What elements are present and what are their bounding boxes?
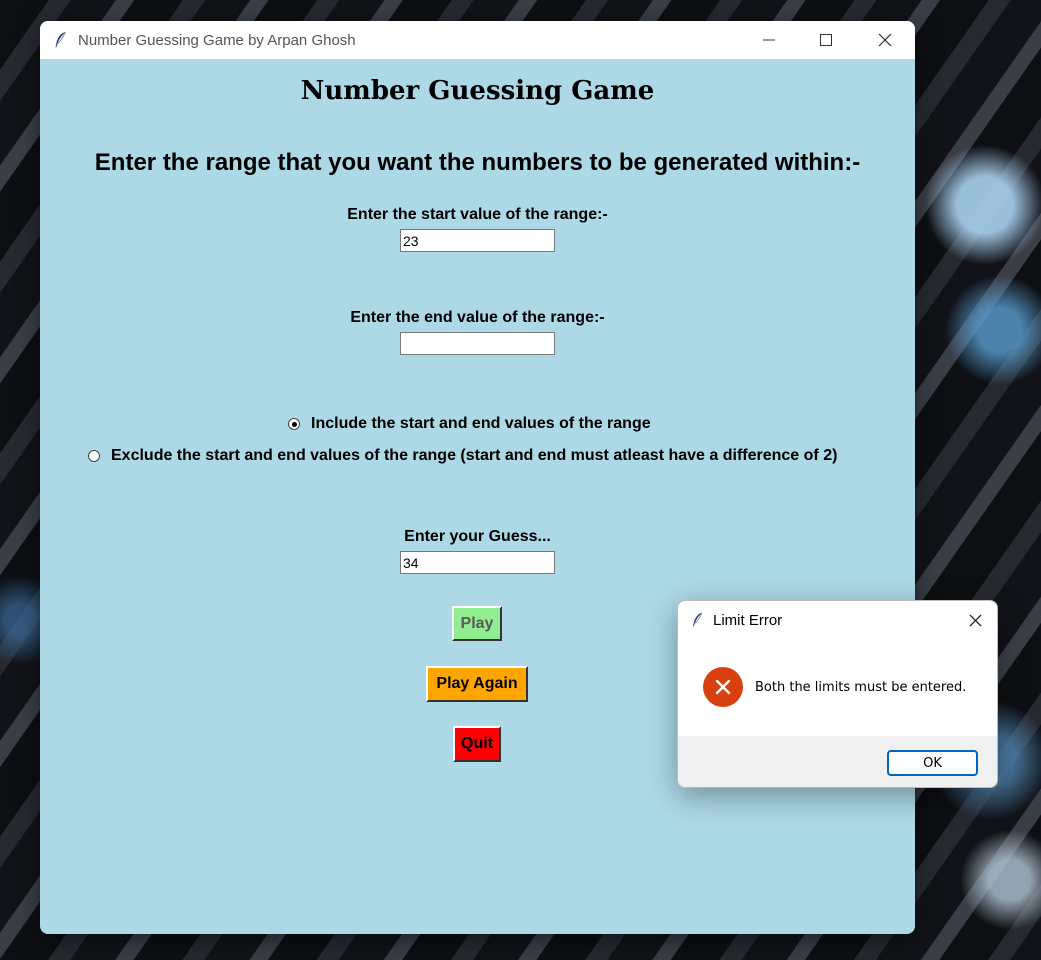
feather-icon bbox=[693, 612, 703, 627]
play-button[interactable]: Play bbox=[452, 606, 502, 641]
close-icon bbox=[878, 33, 892, 47]
end-value-input[interactable] bbox=[400, 332, 555, 355]
dialog-footer: OK bbox=[678, 736, 997, 787]
game-content: Number Guessing Game Enter the range tha… bbox=[40, 59, 915, 934]
include-range-label: Include the start and end values of the … bbox=[311, 415, 651, 432]
close-button[interactable] bbox=[856, 21, 914, 59]
dialog-close-button[interactable] bbox=[953, 601, 997, 639]
dialog-title-bar[interactable]: Limit Error bbox=[678, 601, 997, 639]
title-bar[interactable]: Number Guessing Game by Arpan Ghosh bbox=[40, 21, 915, 59]
exclude-range-label: Exclude the start and end values of the … bbox=[111, 447, 838, 464]
dialog-title: Limit Error bbox=[713, 611, 783, 629]
radio-button-selected[interactable] bbox=[288, 418, 300, 430]
minimize-button[interactable] bbox=[740, 21, 798, 59]
feather-icon bbox=[55, 31, 66, 48]
window-title: Number Guessing Game by Arpan Ghosh bbox=[78, 31, 356, 49]
start-value-label: Enter the start value of the range:- bbox=[347, 206, 608, 223]
range-instruction: Enter the range that you want the number… bbox=[94, 149, 861, 176]
close-icon bbox=[968, 613, 982, 627]
maximize-icon bbox=[820, 34, 832, 46]
page-title: Number Guessing Game bbox=[300, 76, 655, 106]
guess-input[interactable] bbox=[400, 551, 555, 574]
end-value-label: Enter the end value of the range:- bbox=[350, 309, 605, 326]
quit-button[interactable]: Quit bbox=[453, 726, 501, 762]
ok-button[interactable]: OK bbox=[887, 750, 978, 776]
minimize-icon bbox=[763, 39, 775, 41]
include-range-radio[interactable]: Include the start and end values of the … bbox=[288, 415, 651, 433]
play-again-button[interactable]: Play Again bbox=[426, 666, 528, 702]
exclude-range-radio[interactable]: Exclude the start and end values of the … bbox=[88, 447, 837, 465]
start-value-input[interactable] bbox=[400, 229, 555, 252]
radio-dot bbox=[291, 421, 297, 427]
error-icon bbox=[703, 667, 743, 707]
guess-label: Enter your Guess... bbox=[404, 528, 551, 545]
limit-error-dialog: Limit Error Both the limits must be ente… bbox=[677, 600, 998, 788]
main-window: Number Guessing Game by Arpan Ghosh Numb… bbox=[40, 21, 915, 934]
maximize-button[interactable] bbox=[797, 21, 855, 59]
radio-button[interactable] bbox=[88, 450, 100, 462]
dialog-message: Both the limits must be entered. bbox=[755, 680, 967, 695]
